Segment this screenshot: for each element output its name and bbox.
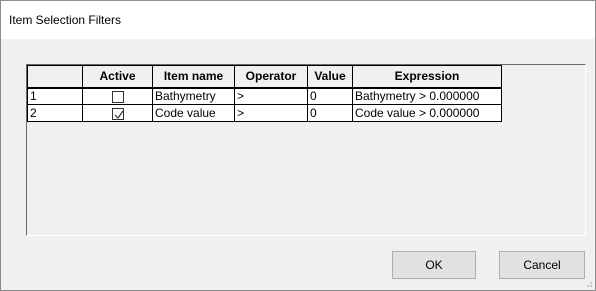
cancel-button[interactable]: Cancel [499,251,585,279]
item-name-cell[interactable]: Bathymetry [152,87,235,105]
resize-grip-icon[interactable] [583,278,593,288]
item-name-cell[interactable]: Code value [152,104,235,122]
dialog-title: Item Selection Filters [9,13,122,27]
value-cell[interactable]: 0 [307,87,353,105]
grid-corner-header [27,65,83,89]
title-bar: Item Selection Filters [1,1,595,39]
active-cell[interactable] [82,87,153,105]
operator-cell[interactable]: > [234,104,308,122]
active-cell[interactable] [82,104,153,122]
grid-header-row: Active Item name Operator Value Expressi… [27,65,502,89]
column-header-operator[interactable]: Operator [234,65,308,89]
checkmark-icon [114,110,123,119]
active-checkbox[interactable] [111,107,124,120]
column-header-active[interactable]: Active [82,65,153,89]
dialog-window: Item Selection Filters Active Item name … [0,0,596,291]
filters-grid-frame: Active Item name Operator Value Expressi… [26,64,586,236]
row-number[interactable]: 1 [27,87,83,105]
column-header-value[interactable]: Value [307,65,353,89]
table-row[interactable]: 2 Code value > 0 Code value > 0.000000 [27,104,502,122]
filters-grid: Active Item name Operator Value Expressi… [27,65,502,122]
column-header-item-name[interactable]: Item name [152,65,235,89]
ok-button[interactable]: OK [392,251,476,279]
expression-cell[interactable]: Bathymetry > 0.000000 [352,87,502,105]
expression-cell[interactable]: Code value > 0.000000 [352,104,502,122]
column-header-expression[interactable]: Expression [352,65,502,89]
row-number[interactable]: 2 [27,104,83,122]
value-cell[interactable]: 0 [307,104,353,122]
operator-cell[interactable]: > [234,87,308,105]
table-row[interactable]: 1 Bathymetry > 0 Bathymetry > 0.000000 [27,87,502,105]
active-checkbox[interactable] [111,91,124,104]
